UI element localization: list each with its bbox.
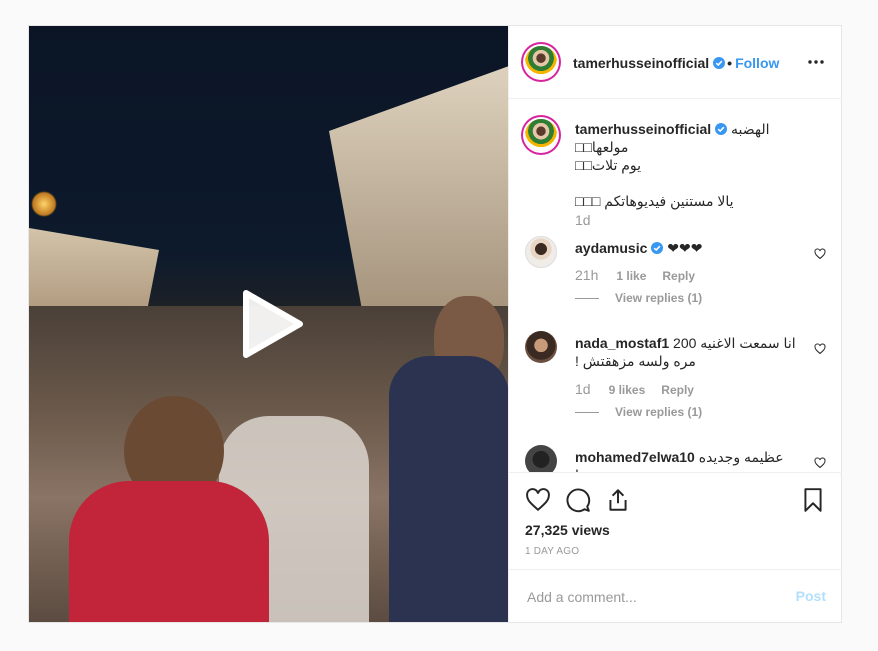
verified-badge-icon <box>713 57 726 69</box>
play-icon[interactable] <box>240 289 304 359</box>
comments-list[interactable]: tamerhusseinofficial الهضبه مولعها□□ يوم… <box>509 99 842 472</box>
view-replies[interactable]: View replies (1) <box>575 291 702 305</box>
post-sidebar: tamerhusseinofficial • Follow tamerhussein… <box>508 26 842 622</box>
reply-button[interactable]: Reply <box>662 269 695 283</box>
view-replies-label: View replies (1) <box>615 405 703 419</box>
bookmark-icon[interactable] <box>800 487 826 513</box>
comment-text: ❤❤❤ <box>667 240 703 256</box>
post-actions: 27,325 views 1 DAY AGO <box>509 472 842 581</box>
separator-dot: • <box>727 55 733 71</box>
post-header: tamerhusseinofficial • Follow <box>509 26 842 99</box>
comment-likes[interactable]: 9 likes <box>609 383 646 397</box>
comment-body: mohamed7elwa10 عظيمه وجديده جدا <box>575 448 802 472</box>
caption-meta: 1d <box>575 212 609 228</box>
heart-icon[interactable] <box>525 487 551 513</box>
post-comment-button[interactable]: Post <box>796 588 826 604</box>
post-date[interactable]: 1 DAY AGO <box>525 546 579 557</box>
comment-username[interactable]: aydamusic <box>575 240 647 256</box>
comment-time[interactable]: 1d <box>575 381 591 397</box>
more-options-icon[interactable] <box>806 52 826 72</box>
comment-likes[interactable]: 1 like <box>616 269 646 283</box>
tent-right <box>329 66 508 326</box>
view-count[interactable]: 27,325 views <box>525 522 610 538</box>
comment-meta: 21h 1 like Reply <box>575 267 711 283</box>
caption-time[interactable]: 1d <box>575 212 591 228</box>
person-blue-shirt <box>389 356 508 622</box>
reply-button[interactable]: Reply <box>661 383 694 397</box>
share-icon[interactable] <box>605 487 631 513</box>
caption-body: tamerhusseinofficial الهضبه مولعها□□ يوم… <box>575 120 802 210</box>
comment-meta: 1d 9 likes Reply <box>575 381 710 397</box>
tent-left <box>29 228 159 316</box>
author-avatar[interactable] <box>525 119 557 151</box>
small-heart-icon[interactable] <box>814 248 826 260</box>
author-avatar[interactable] <box>525 46 557 78</box>
header-user: tamerhusseinofficial • Follow <box>573 55 779 71</box>
instagram-post: tamerhusseinofficial • Follow tamerhussein… <box>28 25 842 623</box>
comment-username[interactable]: mohamed7elwa10 <box>575 449 695 465</box>
comment-input[interactable] <box>525 586 779 608</box>
commenter-avatar[interactable] <box>525 331 557 363</box>
view-replies-label: View replies (1) <box>615 291 703 305</box>
verified-badge-icon <box>715 123 728 135</box>
replies-line <box>575 412 599 414</box>
caption-line-2: يوم تلات□□ <box>575 157 642 173</box>
caption-line-3: يالا مستنين فيديوهاتكم □□□ <box>575 193 734 209</box>
comment-item: aydamusic ❤❤❤ 21h 1 like Reply View replie… <box>525 236 826 316</box>
commenter-avatar[interactable] <box>525 445 557 472</box>
comment-item: nada_mostaf1 انا سمعت الاغنيه 200 مره ول… <box>525 331 826 431</box>
caption-username[interactable]: tamerhusseinofficial <box>575 121 711 137</box>
author-username[interactable]: tamerhusseinofficial <box>573 55 709 71</box>
commenter-avatar[interactable] <box>525 236 557 268</box>
small-heart-icon[interactable] <box>814 343 826 355</box>
comment-body: aydamusic ❤❤❤ <box>575 239 802 257</box>
add-comment-bar: Post <box>509 569 842 623</box>
person-red-dress <box>69 481 269 622</box>
view-replies[interactable]: View replies (1) <box>575 405 702 419</box>
comment-username[interactable]: nada_mostaf1 <box>575 335 669 351</box>
replies-line <box>575 298 599 300</box>
comment-icon[interactable] <box>565 487 591 513</box>
small-heart-icon[interactable] <box>814 457 826 469</box>
comment-time[interactable]: 21h <box>575 267 598 283</box>
lamp-light <box>31 191 57 217</box>
comment-body: nada_mostaf1 انا سمعت الاغنيه 200 مره ول… <box>575 334 802 370</box>
comment-item: mohamed7elwa10 عظيمه وجديده جدا <box>525 445 826 472</box>
caption: tamerhusseinofficial الهضبه مولعها□□ يوم… <box>525 119 826 234</box>
post-video[interactable] <box>29 26 508 622</box>
follow-button[interactable]: Follow <box>735 55 779 71</box>
verified-badge-icon <box>651 242 664 254</box>
